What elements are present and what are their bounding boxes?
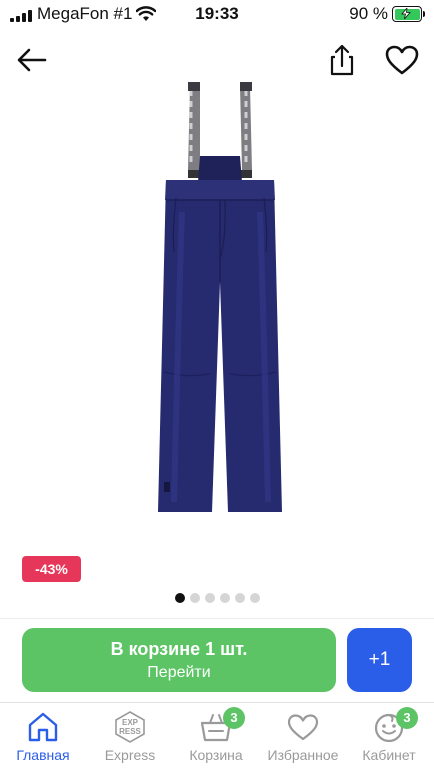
pagination-dot[interactable] (249, 593, 260, 603)
tab-express-label: Express (104, 747, 156, 763)
home-icon (28, 712, 58, 742)
express-icon-text-1: EXP (122, 718, 139, 727)
basket-icon-wrap: 3 (199, 707, 245, 743)
pagination-dot[interactable] (219, 593, 230, 603)
pagination-dot[interactable] (174, 593, 185, 603)
express-icon: EXP RESS (115, 711, 145, 743)
heart-icon (287, 714, 319, 741)
tab-home[interactable]: Главная (0, 703, 86, 771)
battery-percentage: 90 % (349, 4, 388, 23)
image-pagination (0, 593, 434, 603)
express-icon-text-2: RESS (119, 727, 141, 736)
account-badge: 3 (396, 707, 418, 729)
tab-favorites[interactable]: Избранное (260, 703, 346, 771)
tab-account-label: Кабинет (362, 747, 416, 763)
pagination-dot[interactable] (204, 593, 215, 603)
share-icon[interactable] (324, 42, 360, 78)
tab-home-label: Главная (16, 747, 70, 763)
bottom-tab-bar: Главная EXP RESS Express 3 Корзина Избра… (0, 702, 434, 771)
pagination-dot[interactable] (234, 593, 245, 603)
heart-outline-icon[interactable] (382, 42, 422, 78)
battery-charging-icon (392, 6, 425, 22)
tab-express[interactable]: EXP RESS Express (87, 703, 173, 771)
tab-cart-label: Корзина (189, 747, 243, 763)
add-one-more-button[interactable]: +1 (347, 628, 412, 692)
in-cart-button[interactable]: В корзине 1 шт. Перейти (22, 628, 336, 692)
tab-cart[interactable]: 3 Корзина (173, 703, 259, 771)
in-cart-label: В корзине 1 шт. (110, 639, 248, 659)
tab-account[interactable]: 3 Кабинет (346, 703, 432, 771)
product-image[interactable] (130, 82, 310, 522)
pagination-dot[interactable] (189, 593, 200, 603)
status-bar: MegaFon #1 19:33 90 % (0, 0, 434, 30)
back-arrow-icon[interactable] (14, 44, 50, 76)
go-to-cart-label: Перейти (147, 664, 211, 681)
cart-count-badge: 3 (223, 707, 245, 729)
divider (0, 618, 434, 619)
discount-badge: -43% (22, 556, 81, 582)
tab-favorites-label: Избранное (267, 747, 339, 763)
smile-icon-wrap: 3 (372, 707, 418, 743)
